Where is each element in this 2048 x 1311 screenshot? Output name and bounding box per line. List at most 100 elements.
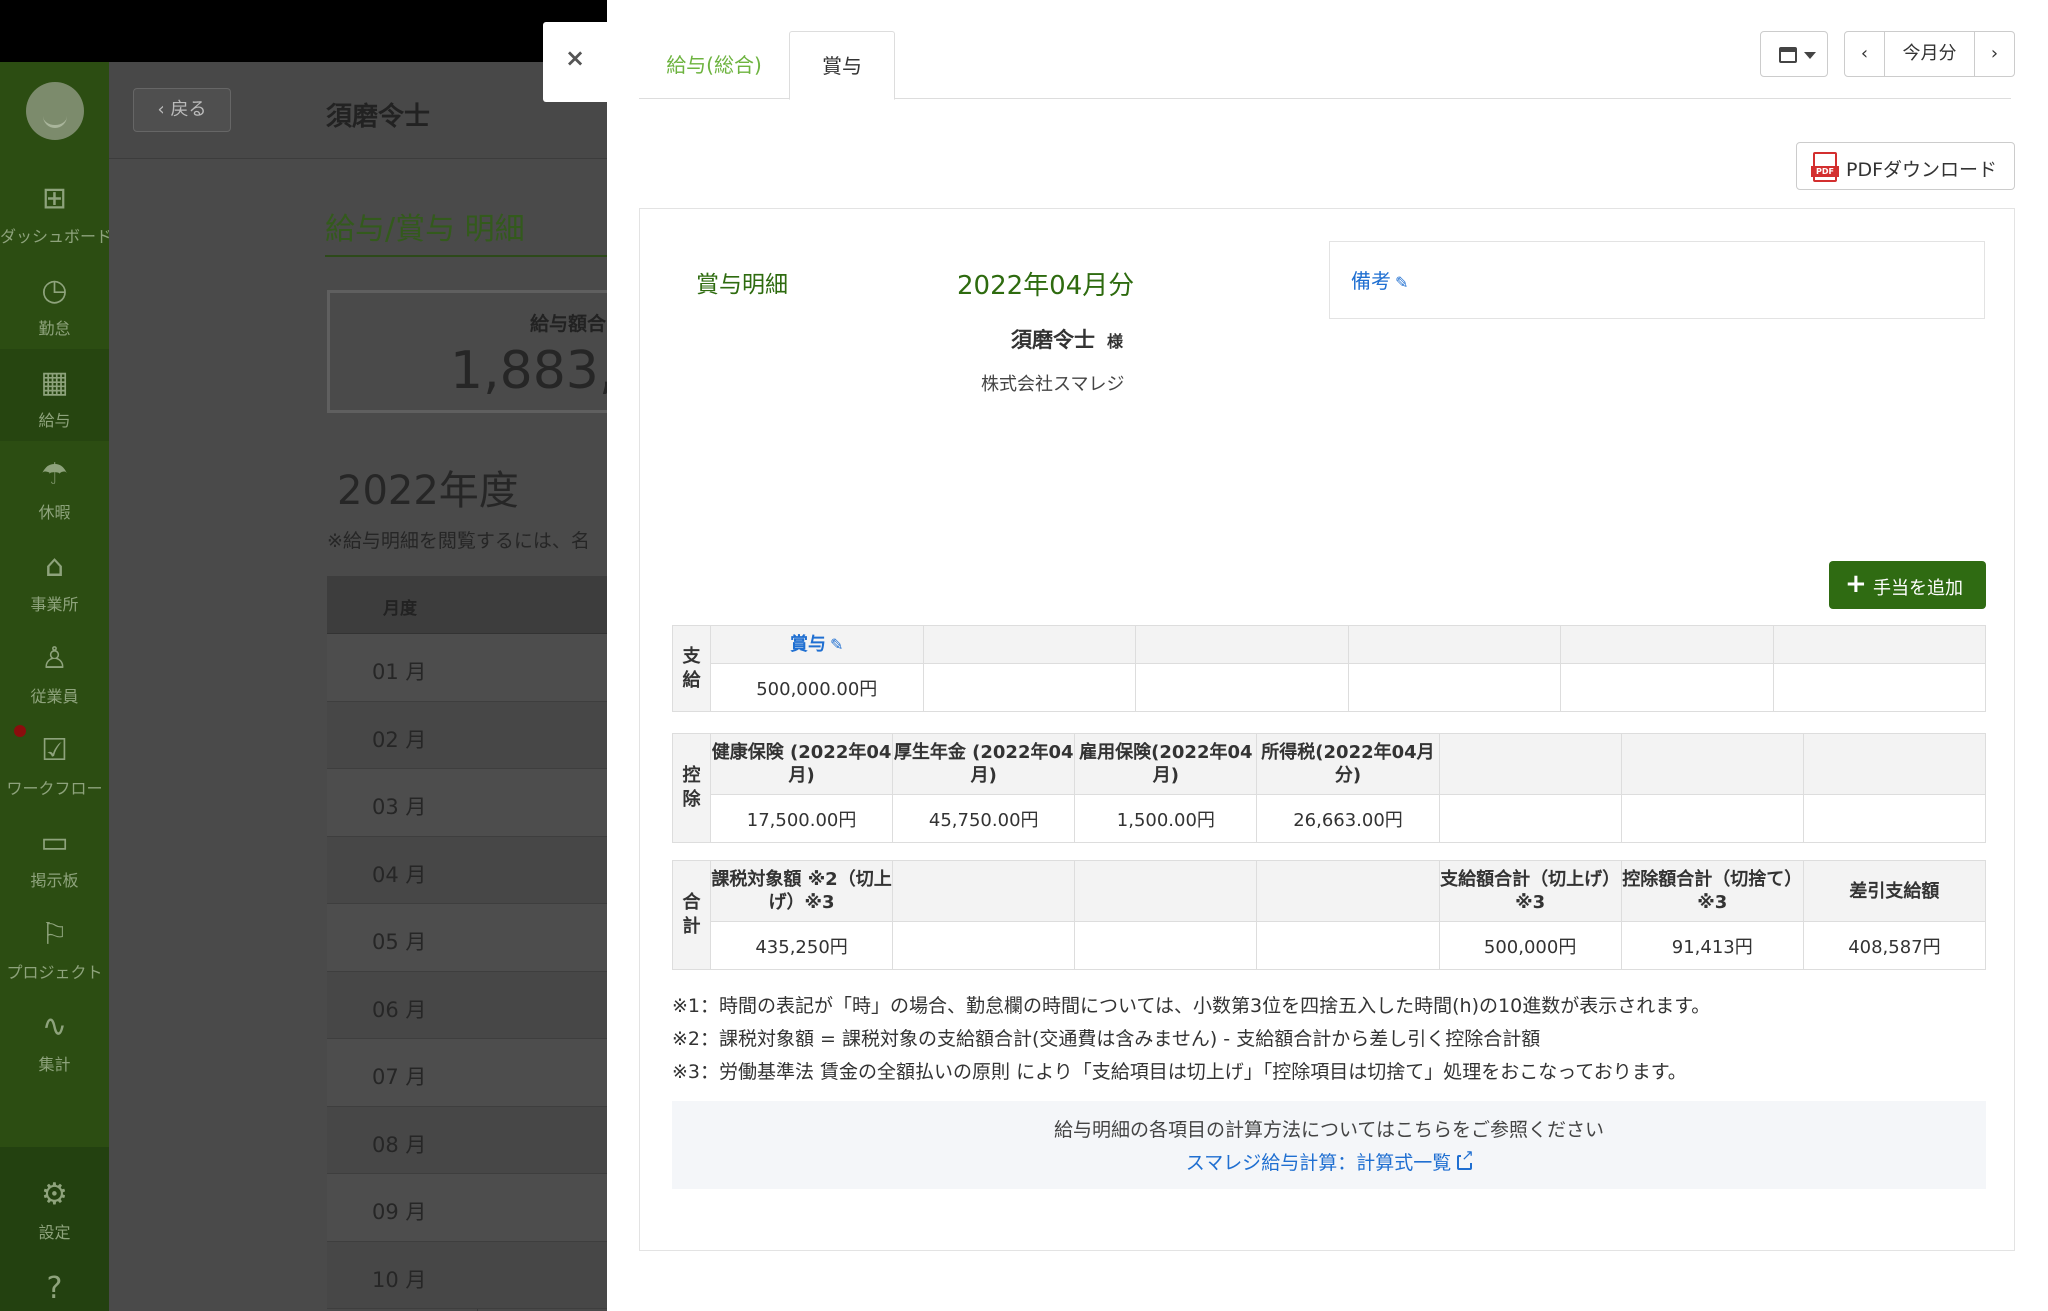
sidebar-item-reports[interactable]: ∿ 集計 [0,993,109,1085]
empty-header [1560,625,1774,664]
sidebar-item-office[interactable]: ⌂ 事業所 [0,533,109,625]
back-label: 戻る [170,99,207,120]
view-note: ※給与明細を閲覧するには、名 [327,530,590,552]
next-month-button[interactable]: › [1974,32,2014,76]
sidebar-item-settings[interactable]: ⚙ 設定 [0,1161,109,1253]
calculation-info-text: 給与明細の各項目の計算方法についてはこちらをご参照ください [1053,1119,1605,1141]
sidebar-item-help[interactable]: ? [0,1255,109,1311]
pension-header: 厚生年金 (2022年04月) [892,733,1076,795]
bonus-header-link[interactable]: 賞与 [790,634,826,655]
chat-icon: ▭ [40,825,69,860]
empty-cell [892,921,1076,970]
health-insurance-header: 健康保険 (2022年04月) [709,733,894,795]
sidebar-bottom: ⚙ 設定 ? [0,1147,109,1311]
month-label: 05 月 [372,930,427,954]
income-tax-header: 所得税(2022年04月分) [1256,733,1440,795]
deduction-side-label: 控除 [672,733,711,843]
gear-icon: ⚙ [41,1177,68,1212]
sidebar-item-project[interactable]: ⚐ プロジェクト [0,901,109,993]
taxable-amount-value: 435,250円 [709,921,894,970]
tab-bonus[interactable]: 賞与 [789,31,895,100]
formula-list-link[interactable]: スマレジ給与計算：計算式一覧 [672,1148,1986,1175]
summary-label: 給与額合 [530,313,607,335]
empty-cell [1802,794,1987,843]
slip-employee-name: 須磨令士様 [1011,324,1123,354]
page-title: 給与/賞与 明細 [325,212,525,247]
footnote-3: ※3：労働基準法 賃金の全額払いの原則 により「支給項目は切上げ」「控除項目は切… [672,1061,1687,1083]
previous-month-button[interactable]: ‹ [1845,32,1885,76]
remarks-edit-link[interactable]: 備考 ✎ [1351,265,1408,294]
employment-insurance-header: 雇用保険(2022年04月) [1074,733,1258,795]
add-allowance-label: 手当を追加 [1873,578,1963,599]
payslip-card: 賞与明細 2022年04月分 須磨令士様 株式会社スマレジ 備考 ✎ + 手当を追… [639,208,2015,1251]
caret-down-icon [1804,52,1816,59]
empty-header [1256,860,1440,922]
payment-table: 支給 賞与 ✎ 500,000.00円 [672,625,1986,712]
close-button[interactable]: × [543,22,607,102]
empty-cell [1256,921,1440,970]
remarks-box: 備考 ✎ [1329,241,1985,319]
empty-cell [1347,663,1561,712]
totals-side-label: 合計 [672,860,711,970]
sidebar-item-dashboard[interactable]: ⊞ ダッシュボード [0,165,112,257]
sidebar: ⊞ ダッシュボード ◷ 勤怠 ▦ 給与 ☂ 休暇 ⌂ 事業所 ♙ 従業員 ☑ ワ… [0,62,112,1311]
company-name: 株式会社スマレジ [981,374,1125,395]
pdf-download-button[interactable]: PDF PDFダウンロード [1796,142,2015,190]
pdf-file-icon: PDF [1811,152,1839,182]
empty-header [1074,860,1258,922]
net-pay-header: 差引支給額 [1802,860,1987,922]
footnotes: ※1：時間の表記が「時」の場合、勤怠欄の時間については、小数第3位を四捨五入した… [672,990,1710,1089]
employment-insurance-value: 1,500.00円 [1074,794,1258,843]
formula-list-label: スマレジ給与計算：計算式一覧 [1185,1152,1452,1174]
sidebar-item-payroll[interactable]: ▦ 給与 [0,349,109,441]
month-label: 09 月 [372,1200,427,1224]
honorific: 様 [1107,332,1124,351]
month-header: 月度 [383,599,417,619]
empty-header [1135,625,1349,664]
bonus-value: 500,000.00円 [710,663,924,712]
clock-icon: ◷ [41,273,68,308]
user-avatar[interactable] [26,82,84,140]
net-pay-value: 408,587円 [1802,921,1987,970]
remarks-label: 備考 [1351,269,1391,293]
empty-cell [1560,663,1774,712]
empty-header [922,625,1136,664]
calculation-info-box: 給与明細の各項目の計算方法についてはこちらをご参照ください スマレジ給与計算：計… [672,1101,1986,1189]
month-label: 02 月 [372,727,427,752]
help-icon: ? [46,1271,63,1306]
calendar-dropdown-button[interactable] [1760,31,1828,77]
calculator-icon: ▦ [40,365,69,400]
fiscal-year: 2022年度 [337,468,519,514]
flag-icon: ⚐ [41,917,68,952]
back-button[interactable]: ‹ 戻る [133,88,231,132]
current-month-button[interactable]: 今月分 [1885,32,1974,76]
sidebar-item-board[interactable]: ▭ 掲示板 [0,809,109,901]
pension-value: 45,750.00円 [892,794,1076,843]
deduction-total-value: 91,413円 [1620,921,1804,970]
empty-cell [1135,663,1349,712]
month-label: 01 月 [372,660,427,684]
plus-icon: + [1845,569,1867,599]
sidebar-item-label: 勤怠 [38,319,71,338]
sidebar-item-workflow[interactable]: ☑ ワークフロー [0,717,109,809]
pdf-download-label: PDFダウンロード [1846,159,1998,181]
home-icon: ⌂ [44,549,65,584]
month-navigation: ‹ 今月分 › [1844,31,2015,77]
month-label: 10 月 [372,1267,427,1292]
month-label: 03 月 [372,795,427,819]
sidebar-item-leave[interactable]: ☂ 休暇 [0,441,109,533]
add-allowance-button[interactable]: + 手当を追加 [1829,561,1986,609]
sidebar-item-employees[interactable]: ♙ 従業員 [0,625,109,717]
sidebar-item-label: プロジェクト [6,963,103,982]
month-label: 08 月 [372,1132,427,1157]
dashboard-icon: ⊞ [41,181,68,216]
empty-cell [922,663,1136,712]
umbrella-icon: ☂ [41,457,68,492]
close-icon: × [565,44,586,72]
tab-salary-total[interactable]: 給与(総合) [639,31,789,99]
empty-cell [1620,794,1804,843]
sidebar-item-label: 設定 [38,1223,71,1242]
bonus-header[interactable]: 賞与 ✎ [710,625,924,664]
empty-header [1620,733,1804,795]
sidebar-item-attendance[interactable]: ◷ 勤怠 [0,257,109,349]
